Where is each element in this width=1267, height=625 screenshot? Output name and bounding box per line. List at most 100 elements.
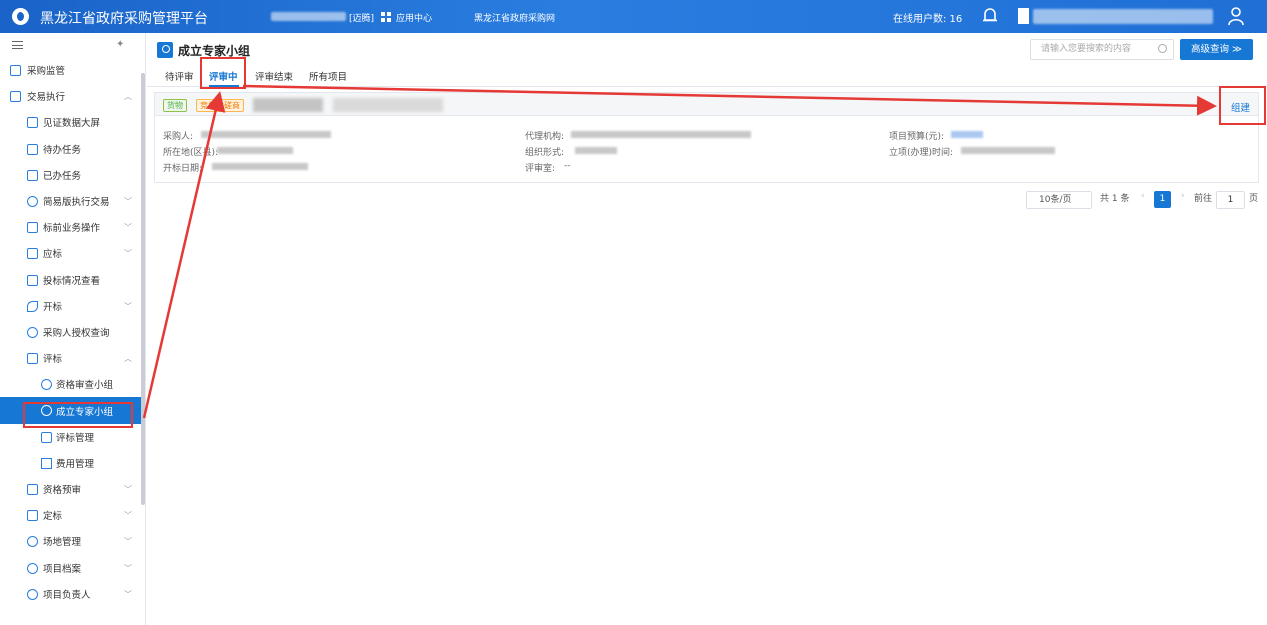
- page-size-select[interactable]: 10条/页: [1026, 191, 1092, 209]
- goto-page-input[interactable]: 1: [1216, 191, 1245, 209]
- chevron-down-icon: ﹀: [124, 223, 132, 233]
- sidebar-item-prequalification[interactable]: 资格预审 ﹀: [0, 476, 145, 502]
- redacted-purchaser: [201, 131, 331, 138]
- sidebar-item-todo-tasks[interactable]: 待办任务: [0, 136, 145, 162]
- redacted-org-form: [575, 147, 617, 154]
- trade-icon: [10, 91, 21, 103]
- chevron-down-icon: ﹀: [124, 589, 132, 599]
- status-tabs: 待评审 评审中 评审结束 所有项目: [147, 63, 1267, 87]
- menu-toggle-icon[interactable]: [12, 41, 23, 49]
- shield-icon: [10, 65, 21, 76]
- version-tag: [迈腾]: [349, 14, 375, 24]
- highlight-box-sidebar: [23, 402, 133, 428]
- venue-icon: [27, 536, 38, 548]
- agency-label: 代理机构:: [525, 132, 565, 142]
- bid-open-icon: [27, 300, 38, 312]
- redacted-bid-open-date: [212, 163, 308, 170]
- sidebar-item-evaluation[interactable]: 评标 ︿: [0, 345, 145, 371]
- project-card-header: 货物 竞争性磋商 组建: [155, 93, 1258, 116]
- bid-status-icon: [27, 274, 38, 286]
- bell-icon[interactable]: [982, 7, 998, 25]
- sidebar-item-done-tasks[interactable]: 已办任务: [0, 162, 145, 188]
- sidebar-item-bid-status[interactable]: 投标情况查看: [0, 267, 145, 293]
- sidebar-item-bid-opening[interactable]: 开标 ﹀: [0, 293, 145, 319]
- award-icon: [27, 510, 38, 522]
- sidebar-item-project-archive[interactable]: 项目档案 ﹀: [0, 555, 145, 581]
- sidebar-scrollbar[interactable]: [141, 73, 145, 505]
- search-input[interactable]: 请输入您要搜索的内容: [1030, 39, 1174, 60]
- highlight-box-tab: [200, 57, 246, 89]
- sidebar-item-pre-bid-ops[interactable]: 标前业务操作 ﹀: [0, 214, 145, 240]
- archive-icon: [27, 562, 38, 574]
- evaluation-icon: [27, 353, 38, 365]
- redacted-project-name: [333, 98, 443, 112]
- chevron-up-icon: ︿: [124, 354, 132, 364]
- chevron-down-icon: ﹀: [124, 249, 132, 259]
- online-users-count: 在线用户数: 16: [893, 14, 963, 25]
- page-suffix: 页: [1249, 194, 1259, 204]
- sidebar-item-procurement-supervision[interactable]: 采购监管: [0, 57, 145, 83]
- sidebar: ✦ 采购监管 交易执行 ︿ 见证数据大屏 待办任务 已办任务 简易版执行交易 ﹀ 标…: [0, 33, 146, 625]
- current-page[interactable]: 1: [1154, 191, 1171, 208]
- sidebar-item-project-owner[interactable]: 项目负责人 ﹀: [0, 581, 145, 607]
- app-logo-icon: [12, 8, 29, 25]
- sidebar-item-trade-execution[interactable]: 交易执行 ︿: [0, 83, 145, 109]
- purchaser-label: 采购人:: [163, 132, 194, 142]
- dashboard-icon: [27, 117, 38, 129]
- sidebar-header: ✦: [0, 33, 145, 57]
- main-content: 成立专家小组 请输入您要搜索的内容 高级查询 ≫ 待评审 评审中 评审结束 所有…: [147, 33, 1267, 625]
- approval-time-label: 立项(办理)时间:: [889, 148, 954, 158]
- goods-tag: 货物: [163, 99, 187, 112]
- app-title: 黑龙江省政府采购管理平台: [40, 11, 208, 27]
- next-page-icon[interactable]: ›: [1181, 191, 1185, 201]
- pin-icon[interactable]: ✦: [116, 39, 124, 50]
- sidebar-item-bid-response[interactable]: 应标 ﹀: [0, 240, 145, 266]
- redacted-project-code: [253, 98, 323, 112]
- task-done-icon: [27, 169, 38, 181]
- advanced-search-button[interactable]: 高级查询 ≫: [1180, 39, 1253, 60]
- cart-icon: [27, 222, 38, 234]
- tab-pending-review[interactable]: 待评审: [165, 69, 194, 83]
- sidebar-item-purchaser-auth[interactable]: 采购人授权查询: [0, 319, 145, 345]
- prequalification-icon: [27, 484, 38, 495]
- chevron-down-icon: ﹀: [124, 537, 132, 547]
- portal-link[interactable]: 黑龙江省政府采购网: [474, 11, 555, 24]
- redacted-budget: [951, 131, 983, 138]
- redacted-username: [271, 12, 346, 21]
- goto-label: 前往: [1194, 194, 1213, 204]
- procurement-method-tag: 竞争性磋商: [196, 99, 244, 112]
- layers-icon: [41, 431, 52, 443]
- total-count: 共 1 条: [1100, 194, 1130, 204]
- project-card: 货物 竞争性磋商 组建 采购人: 所在地(区县): 开标日期: 代理机构: 组织…: [154, 92, 1259, 183]
- bid-open-date-label: 开标日期:: [163, 164, 203, 174]
- prev-page-icon[interactable]: ‹: [1141, 191, 1145, 201]
- tab-all-projects[interactable]: 所有项目: [309, 69, 347, 83]
- user-icon[interactable]: [1228, 6, 1244, 26]
- redacted-user-info: [1033, 9, 1213, 24]
- sidebar-item-qualification-group[interactable]: 资格审查小组: [0, 371, 145, 397]
- search-icon[interactable]: [1158, 44, 1167, 53]
- chevron-down-icon: ﹀: [124, 511, 132, 521]
- app-center-link[interactable]: 应用中心: [396, 11, 432, 24]
- document-icon[interactable]: [1018, 8, 1029, 24]
- chevron-up-icon: ︿: [124, 92, 132, 102]
- top-bar: 黑龙江省政府采购管理平台 [迈腾] 应用中心 黑龙江省政府采购网 在线用户数: …: [0, 0, 1267, 33]
- sidebar-item-award[interactable]: 定标 ﹀: [0, 502, 145, 528]
- person-icon: [27, 588, 38, 600]
- review-room-label: 评审室:: [525, 164, 556, 174]
- org-form-label: 组织形式:: [525, 148, 565, 158]
- sidebar-item-venue-management[interactable]: 场地管理 ﹀: [0, 528, 145, 554]
- chevron-down-icon: ﹀: [124, 301, 132, 311]
- chevron-down-icon: ﹀: [124, 196, 132, 206]
- app-grid-icon[interactable]: [381, 12, 391, 22]
- calendar-icon: [27, 248, 38, 260]
- sidebar-item-witness-dashboard[interactable]: 见证数据大屏: [0, 109, 145, 135]
- location-label: 所在地(区县):: [163, 148, 219, 158]
- sidebar-item-fee-management[interactable]: 费用管理: [0, 450, 145, 476]
- auth-icon: [27, 326, 38, 338]
- task-icon: [27, 143, 38, 155]
- highlight-box-build: [1219, 86, 1266, 125]
- user-group-icon: [157, 42, 173, 58]
- tab-review-finished[interactable]: 评审结束: [255, 69, 293, 83]
- sidebar-item-simple-trade[interactable]: 简易版执行交易 ﹀: [0, 188, 145, 214]
